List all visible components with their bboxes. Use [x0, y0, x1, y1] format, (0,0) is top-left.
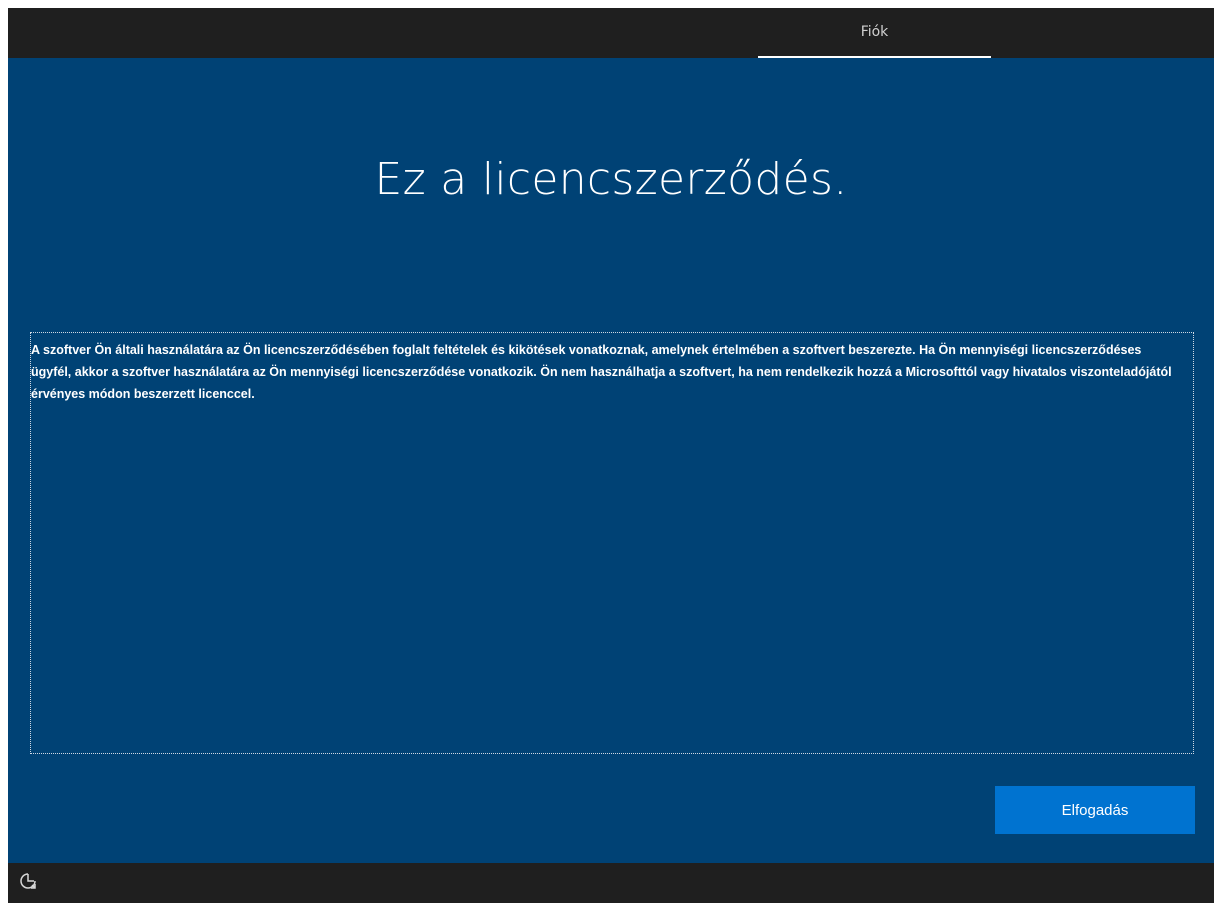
- page-title: Ez a licencszerződés.: [374, 154, 848, 205]
- ease-of-access-icon[interactable]: [18, 871, 38, 891]
- bottom-bar: [8, 863, 1214, 903]
- main-panel: Ez a licencszerződés. A szoftver Ön álta…: [8, 58, 1214, 863]
- license-text: A szoftver Ön általi használatára az Ön …: [31, 343, 1172, 401]
- oobe-window: Fiók Ez a licencszerződés. A szoftver Ön…: [8, 8, 1214, 903]
- accept-button[interactable]: Elfogadás: [995, 786, 1195, 834]
- top-bar: Fiók: [8, 8, 1214, 58]
- tab-account-label: Fiók: [860, 24, 889, 40]
- tab-account: Fiók: [758, 8, 991, 58]
- license-text-box[interactable]: A szoftver Ön általi használatára az Ön …: [30, 332, 1194, 754]
